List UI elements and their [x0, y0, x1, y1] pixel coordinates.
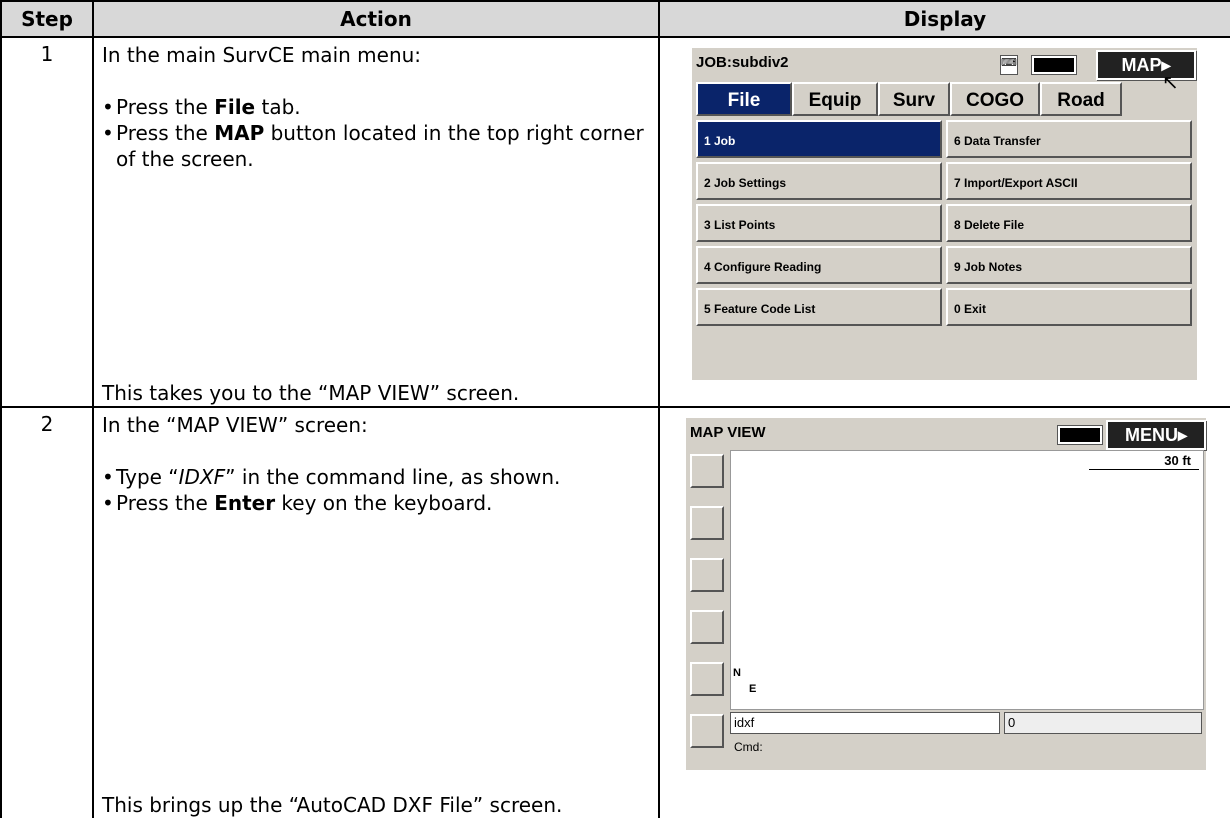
north-arrow-label: N: [733, 667, 741, 679]
header-step: Step: [0, 0, 94, 38]
keyboard-icon[interactable]: ⌨: [1000, 55, 1018, 75]
menu-button[interactable]: MENU▸: [1106, 420, 1206, 450]
action-bullet: Type “IDXF” in the command line, as show…: [102, 464, 650, 490]
title-bar: MAP VIEW MENU▸: [686, 418, 1206, 450]
title-bar: JOB:subdiv2 ⌨ MAP▸ ↖: [692, 48, 1197, 94]
map-button[interactable]: MAP▸: [1096, 50, 1196, 80]
menu-item-delete-file[interactable]: 8 Delete File: [946, 204, 1192, 242]
zoom-out-icon[interactable]: [690, 558, 724, 592]
map-view-title: MAP VIEW: [690, 424, 766, 441]
step-number: 1: [40, 42, 54, 66]
survce-main-menu-screen: JOB:subdiv2 ⌨ MAP▸ ↖ File Equip Surv COG…: [692, 48, 1197, 380]
header-display: Display: [658, 0, 1230, 38]
action-bullet: Press the Enter key on the keyboard.: [102, 490, 650, 516]
display-cell-2: MAP VIEW MENU▸ 30 ft N E idxf 0 Cmd:: [658, 406, 1230, 818]
map-settings-icon[interactable]: [690, 714, 724, 748]
menu-item-configure-reading[interactable]: 4 Configure Reading: [696, 246, 942, 284]
display-cell-1: JOB:subdiv2 ⌨ MAP▸ ↖ File Equip Surv COG…: [658, 36, 1230, 408]
tab-file[interactable]: File: [696, 82, 792, 116]
step-cell-2: 2: [0, 406, 94, 818]
tab-surv[interactable]: Surv: [878, 82, 950, 116]
action-cell-1: In the main SurvCE main menu: Press the …: [92, 36, 660, 408]
zoom-in-icon[interactable]: [690, 506, 724, 540]
tab-cogo[interactable]: COGO: [950, 82, 1040, 116]
survce-map-view-screen: MAP VIEW MENU▸ 30 ft N E idxf 0 Cmd:: [686, 418, 1206, 770]
map-canvas[interactable]: 30 ft N E: [730, 450, 1204, 710]
menu-item-import-export-ascii[interactable]: 7 Import/Export ASCII: [946, 162, 1192, 200]
instruction-table: Step Action Display 1 In the main SurvCE…: [0, 0, 1230, 818]
command-line-input[interactable]: idxf: [730, 712, 1000, 734]
menu-item-job-notes[interactable]: 9 Job Notes: [946, 246, 1192, 284]
scale-label: 30 ft: [1164, 453, 1191, 468]
zoom-previous-icon[interactable]: [690, 662, 724, 696]
action-outro: This brings up the “AutoCAD DXF File” sc…: [102, 793, 563, 817]
coordinate-field: 0: [1004, 712, 1202, 734]
action-intro: In the main SurvCE main menu:: [102, 43, 422, 67]
menu-item-list-points[interactable]: 3 List Points: [696, 204, 942, 242]
zoom-extents-icon[interactable]: [690, 454, 724, 488]
header-action: Action: [92, 0, 660, 38]
menu-item-job-settings[interactable]: 2 Job Settings: [696, 162, 942, 200]
action-list: Type “IDXF” in the command line, as show…: [102, 464, 650, 516]
menu-item-job[interactable]: 1 Job: [696, 120, 942, 158]
step-number: 2: [40, 412, 54, 436]
tab-bar: File Equip Surv COGO Road: [692, 82, 1197, 118]
battery-icon: [1058, 426, 1102, 444]
zoom-window-icon[interactable]: [690, 610, 724, 644]
action-bullet: Press the MAP button located in the top …: [102, 120, 650, 172]
menu-item-feature-code-list[interactable]: 5 Feature Code List: [696, 288, 942, 326]
menu-item-exit[interactable]: 0 Exit: [946, 288, 1192, 326]
menu-item-data-transfer[interactable]: 6 Data Transfer: [946, 120, 1192, 158]
scale-bar: [1089, 469, 1199, 470]
tab-road[interactable]: Road: [1040, 82, 1122, 116]
action-cell-2: In the “MAP VIEW” screen: Type “IDXF” in…: [92, 406, 660, 818]
step-cell-1: 1: [0, 36, 94, 408]
action-outro: This takes you to the “MAP VIEW” screen.: [102, 381, 520, 405]
action-intro: In the “MAP VIEW” screen:: [102, 413, 368, 437]
east-arrow-label: E: [749, 683, 757, 695]
action-list: Press the File tab. Press the MAP button…: [102, 94, 650, 172]
job-title: JOB:subdiv2: [696, 54, 789, 71]
cmd-label: Cmd:: [734, 740, 763, 754]
battery-icon: [1032, 56, 1076, 74]
tab-equip[interactable]: Equip: [792, 82, 878, 116]
action-bullet: Press the File tab.: [102, 94, 650, 120]
